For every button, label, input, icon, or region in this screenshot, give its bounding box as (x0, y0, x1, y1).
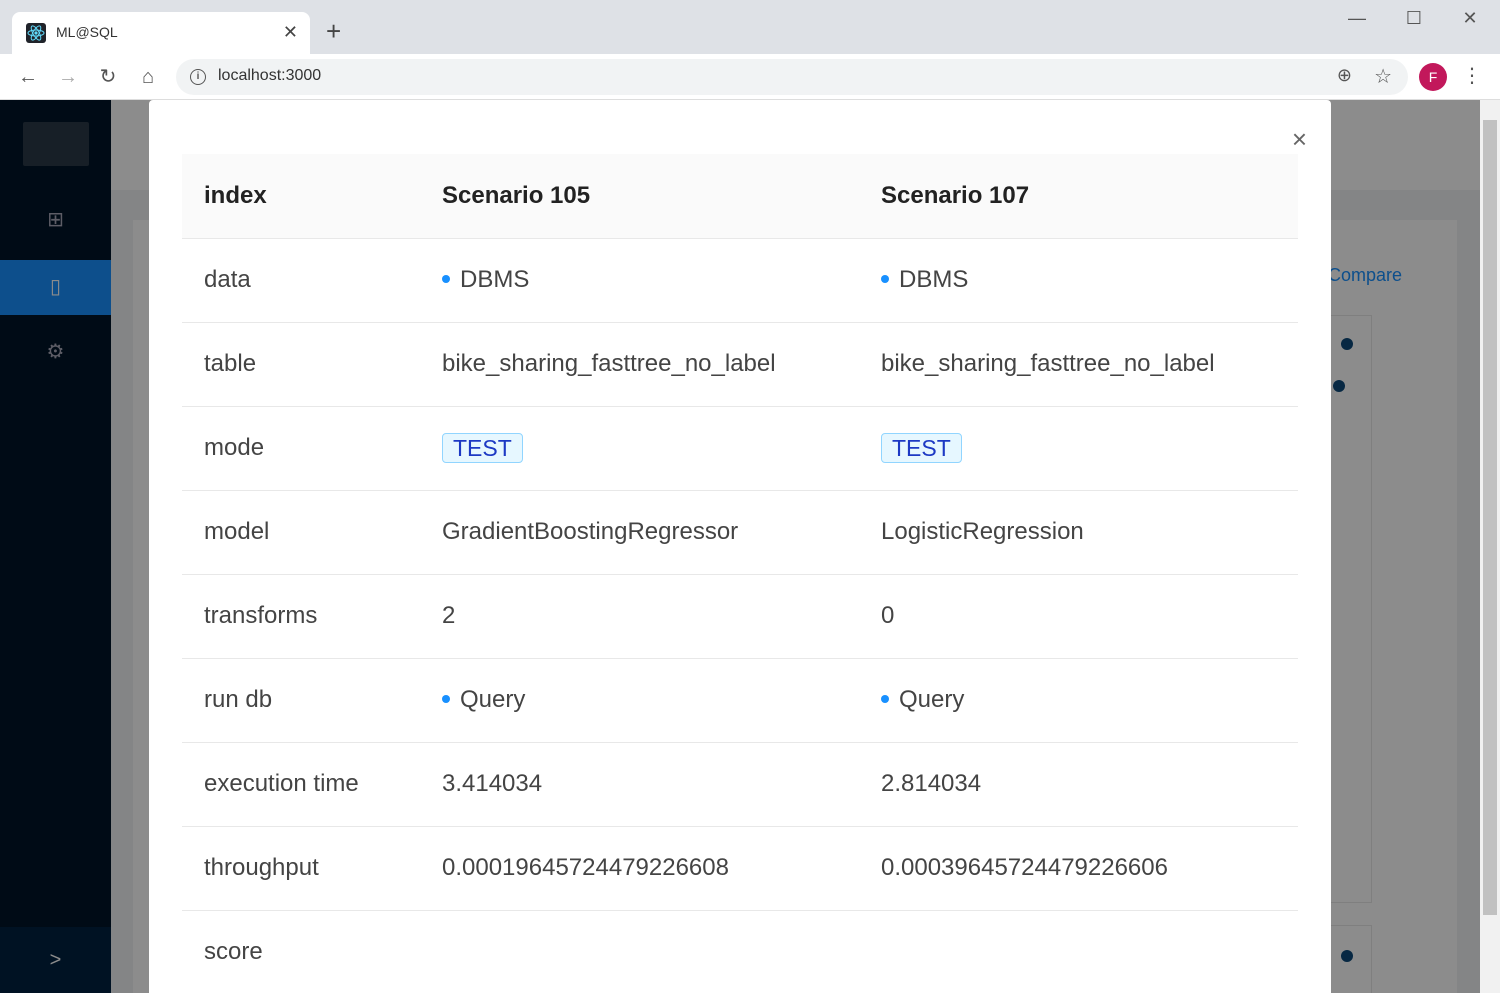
table-header-row: index Scenario 105 Scenario 107 (182, 154, 1298, 239)
cell-a: DBMS (420, 238, 859, 323)
header-scenario-b: Scenario 107 (859, 154, 1298, 239)
mode-tag: TEST (442, 433, 523, 463)
browser-toolbar: ← → ↻ ⌂ i localhost:3000 ⊕ ☆ (0, 54, 1500, 100)
cell-b: DBMS (859, 238, 1298, 323)
row-label: score (204, 938, 263, 966)
home-icon[interactable]: ⌂ (134, 63, 162, 91)
new-tab-button[interactable]: + (326, 17, 341, 45)
browser-titlebar: ML@SQL ✕ + — ☐ ✕ (0, 0, 1500, 54)
row-label: transforms (182, 574, 420, 659)
browser-tab[interactable]: ML@SQL ✕ (12, 12, 310, 54)
profile-avatar[interactable]: F (1419, 63, 1447, 91)
window-close-icon[interactable]: ✕ (1450, 8, 1490, 32)
cell-a: TEST (420, 406, 859, 491)
row-label: throughput (182, 826, 420, 911)
table-row: data DBMS DBMS (182, 238, 1298, 323)
table-row: run db Query Query (182, 658, 1298, 743)
status-dot-icon (881, 694, 889, 703)
row-label: data (182, 238, 420, 323)
table-row: execution time 3.414034 2.814034 (182, 742, 1298, 827)
cell-value: DBMS (899, 266, 969, 293)
table-row: score (182, 910, 1298, 993)
cell-a: 2 (420, 574, 859, 659)
minimize-icon[interactable]: — (1337, 8, 1377, 32)
cell-value: Query (899, 686, 965, 713)
status-dot-icon (442, 694, 450, 703)
cell-b: 0 (859, 574, 1298, 659)
status-dot-icon (881, 274, 889, 283)
cell-a: 0.00019645724479226608 (420, 826, 859, 911)
reload-icon[interactable]: ↻ (94, 63, 122, 91)
site-info-icon[interactable]: i (190, 69, 206, 85)
row-label: mode (182, 406, 420, 491)
tab-close-icon[interactable]: ✕ (283, 22, 298, 42)
bookmark-star-icon[interactable]: ☆ (1374, 64, 1392, 89)
cell-value: DBMS (460, 266, 530, 293)
table-row: model GradientBoostingRegressor Logistic… (182, 490, 1298, 575)
modal-close-icon[interactable]: × (1292, 126, 1307, 152)
browser-menu-icon[interactable]: ⋮ (1462, 62, 1482, 90)
cell-b: 2.814034 (859, 742, 1298, 827)
page-scrollbar[interactable] (1480, 100, 1500, 993)
address-bar[interactable]: i localhost:3000 ⊕ ☆ (176, 59, 1408, 95)
table-row: table bike_sharing_fasttree_no_label bik… (182, 322, 1298, 407)
table-row: mode TEST TEST (182, 406, 1298, 491)
compare-modal: × index Scenario 105 Scenario 107 data D… (149, 100, 1331, 993)
cell-value: Query (460, 686, 526, 713)
cell-b: LogisticRegression (859, 490, 1298, 575)
row-label: execution time (182, 742, 420, 827)
cell-a: Query (420, 658, 859, 743)
cell-b: 0.00039645724479226606 (859, 826, 1298, 911)
forward-arrow-icon[interactable]: → (54, 63, 82, 91)
table-row: throughput 0.00019645724479226608 0.0003… (182, 826, 1298, 911)
header-scenario-a: Scenario 105 (420, 154, 859, 239)
cell-b: TEST (859, 406, 1298, 491)
cell-b (859, 910, 1298, 993)
react-logo-icon (26, 23, 46, 43)
cell-a (420, 910, 859, 993)
cell-b: Query (859, 658, 1298, 743)
maximize-icon[interactable]: ☐ (1394, 8, 1434, 32)
cell-a: 3.414034 (420, 742, 859, 827)
row-label: table (182, 322, 420, 407)
compare-table: index Scenario 105 Scenario 107 data DBM… (182, 154, 1298, 993)
back-arrow-icon[interactable]: ← (14, 63, 42, 91)
cell-a: bike_sharing_fasttree_no_label (420, 322, 859, 407)
header-index: index (182, 154, 420, 239)
scrollbar-thumb[interactable] (1483, 120, 1497, 915)
row-label: model (182, 490, 420, 575)
url-text[interactable]: localhost:3000 (218, 67, 321, 85)
tab-title: ML@SQL (56, 24, 118, 40)
row-label: run db (182, 658, 420, 743)
zoom-icon[interactable]: ⊕ (1337, 65, 1352, 86)
mode-tag: TEST (881, 433, 962, 463)
status-dot-icon (442, 274, 450, 283)
cell-b: bike_sharing_fasttree_no_label (859, 322, 1298, 407)
table-row: transforms 2 0 (182, 574, 1298, 659)
cell-a: GradientBoostingRegressor (420, 490, 859, 575)
